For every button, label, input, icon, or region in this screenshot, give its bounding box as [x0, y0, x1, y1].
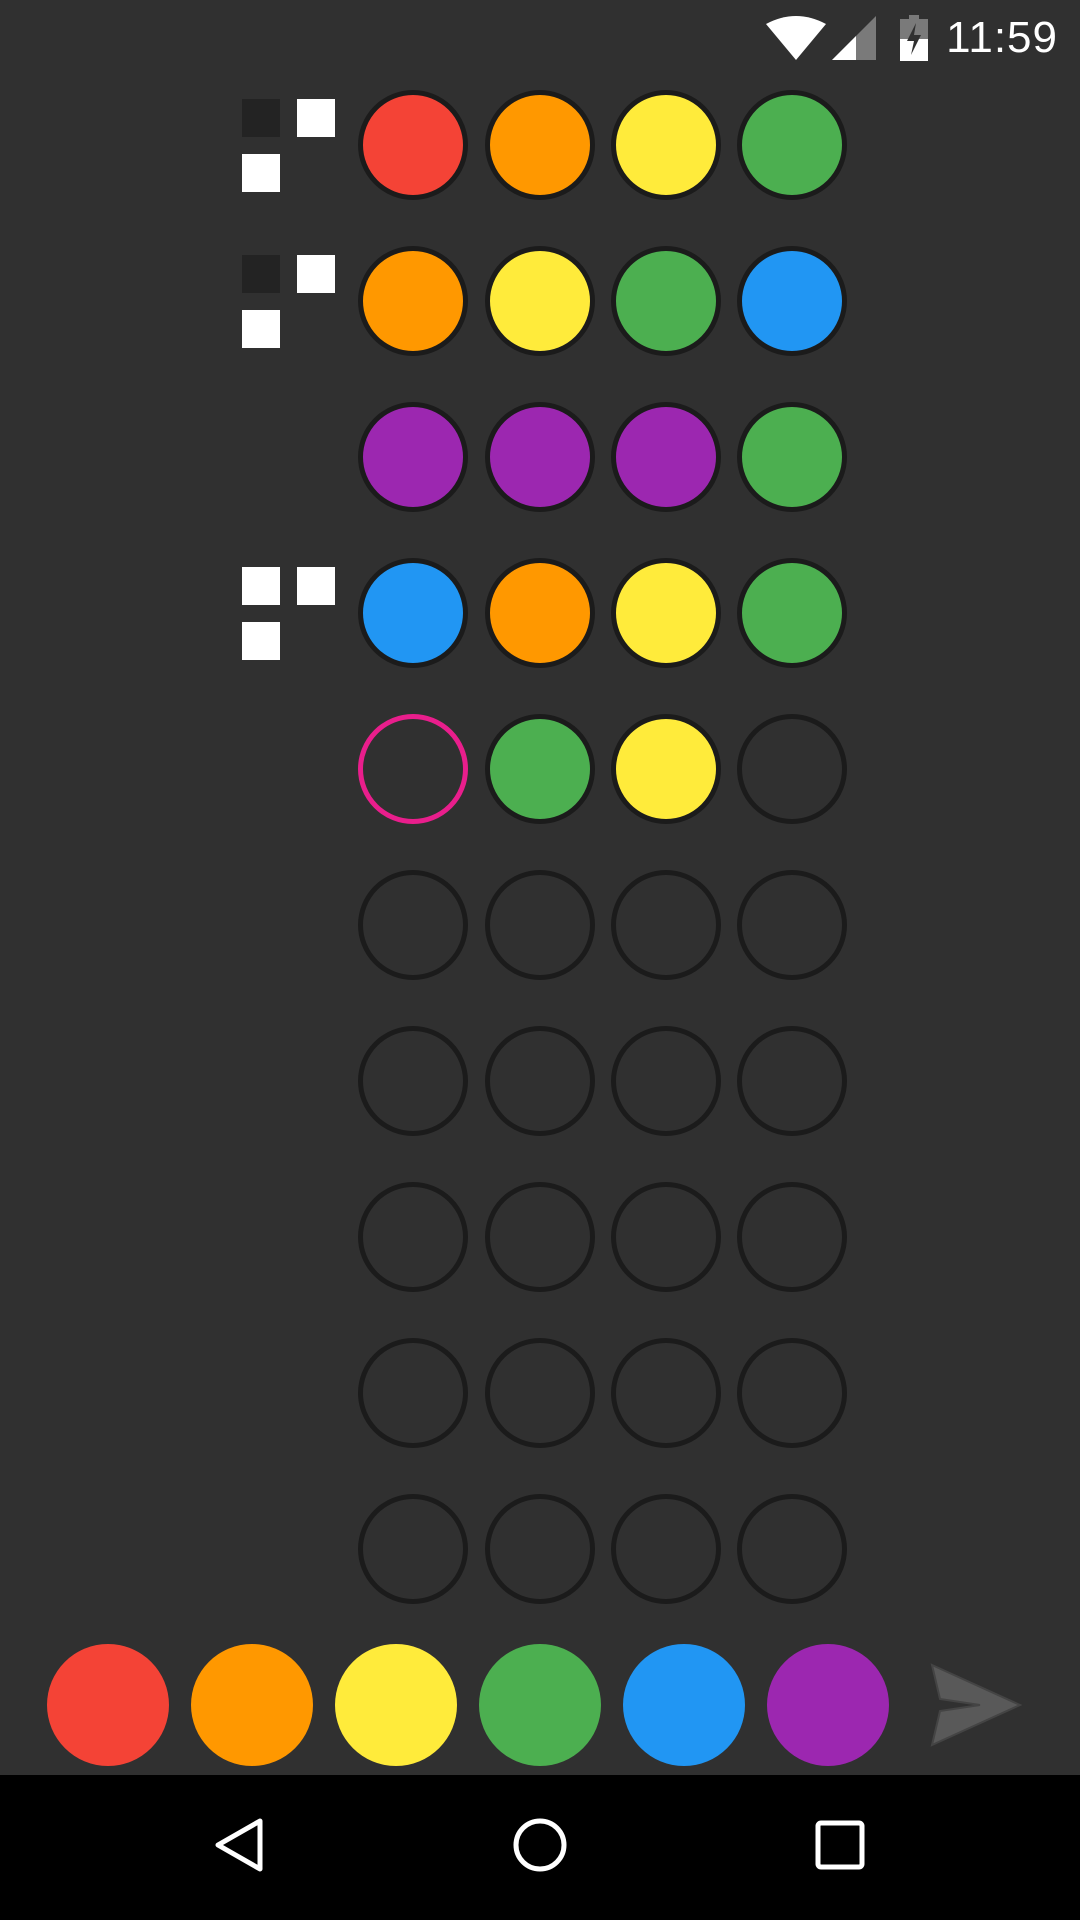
peg-red [358, 90, 468, 200]
peg-slot-empty [485, 1182, 595, 1292]
peg-slot-selected[interactable] [358, 714, 468, 824]
peg-slot-empty [737, 1494, 847, 1604]
peg-yellow[interactable] [611, 714, 721, 824]
peg-slot-empty [485, 870, 595, 980]
peg-blue [358, 558, 468, 668]
peg-slot-empty [611, 1494, 721, 1604]
back-icon [210, 1815, 270, 1880]
recents-icon [810, 1815, 870, 1880]
game-board [0, 0, 1080, 1640]
feedback-pins [242, 1503, 337, 1598]
peg-slot-empty [358, 1026, 468, 1136]
peg-yellow [611, 90, 721, 200]
feedback-pin-white [242, 310, 280, 348]
back-button[interactable] [170, 1775, 310, 1920]
feedback-pins [242, 411, 337, 506]
peg-slot-empty [737, 1026, 847, 1136]
send-icon [920, 1663, 1030, 1759]
color-option-blue[interactable] [623, 1644, 745, 1766]
color-option-yellow[interactable] [335, 1644, 457, 1766]
feedback-pin-black [242, 255, 280, 293]
feedback-pin-white [242, 622, 280, 660]
peg-slot-empty [485, 1494, 595, 1604]
submit-guess-button[interactable] [920, 1655, 1030, 1755]
recents-button[interactable] [770, 1775, 910, 1920]
peg-orange [485, 90, 595, 200]
peg-blue [737, 246, 847, 356]
feedback-pins [242, 1191, 337, 1286]
feedback-pin-white [242, 154, 280, 192]
peg-slot-empty [611, 1338, 721, 1448]
peg-green[interactable] [485, 714, 595, 824]
peg-slot-empty[interactable] [737, 714, 847, 824]
feedback-pins [242, 879, 337, 974]
peg-slot-empty [485, 1026, 595, 1136]
feedback-pin-black [242, 99, 280, 137]
peg-yellow [485, 246, 595, 356]
feedback-pins [242, 1035, 337, 1130]
peg-slot-empty [358, 870, 468, 980]
feedback-pins [242, 567, 337, 662]
peg-slot-empty [611, 870, 721, 980]
feedback-pins [242, 723, 337, 818]
peg-orange [485, 558, 595, 668]
peg-green [611, 246, 721, 356]
peg-purple [611, 402, 721, 512]
home-button[interactable] [470, 1775, 610, 1920]
feedback-pin-white [297, 255, 335, 293]
color-option-green[interactable] [479, 1644, 601, 1766]
feedback-pin-white [297, 99, 335, 137]
peg-slot-empty [611, 1026, 721, 1136]
peg-slot-empty [358, 1182, 468, 1292]
color-option-purple[interactable] [767, 1644, 889, 1766]
peg-slot-empty [611, 1182, 721, 1292]
peg-slot-empty [737, 1182, 847, 1292]
peg-slot-empty [737, 870, 847, 980]
feedback-pins [242, 99, 337, 194]
peg-slot-empty [485, 1338, 595, 1448]
peg-purple [485, 402, 595, 512]
peg-green [737, 90, 847, 200]
navigation-bar [0, 1775, 1080, 1920]
peg-orange [358, 246, 468, 356]
color-option-red[interactable] [47, 1644, 169, 1766]
peg-slot-empty [358, 1494, 468, 1604]
feedback-pin-white [297, 567, 335, 605]
peg-slot-empty [737, 1338, 847, 1448]
feedback-pins [242, 255, 337, 350]
peg-slot-empty [358, 1338, 468, 1448]
home-icon [510, 1815, 570, 1880]
peg-purple [358, 402, 468, 512]
feedback-pins [242, 1347, 337, 1442]
feedback-pin-white [242, 567, 280, 605]
peg-green [737, 402, 847, 512]
color-option-orange[interactable] [191, 1644, 313, 1766]
peg-yellow [611, 558, 721, 668]
color-palette [0, 1640, 1080, 1775]
peg-green [737, 558, 847, 668]
